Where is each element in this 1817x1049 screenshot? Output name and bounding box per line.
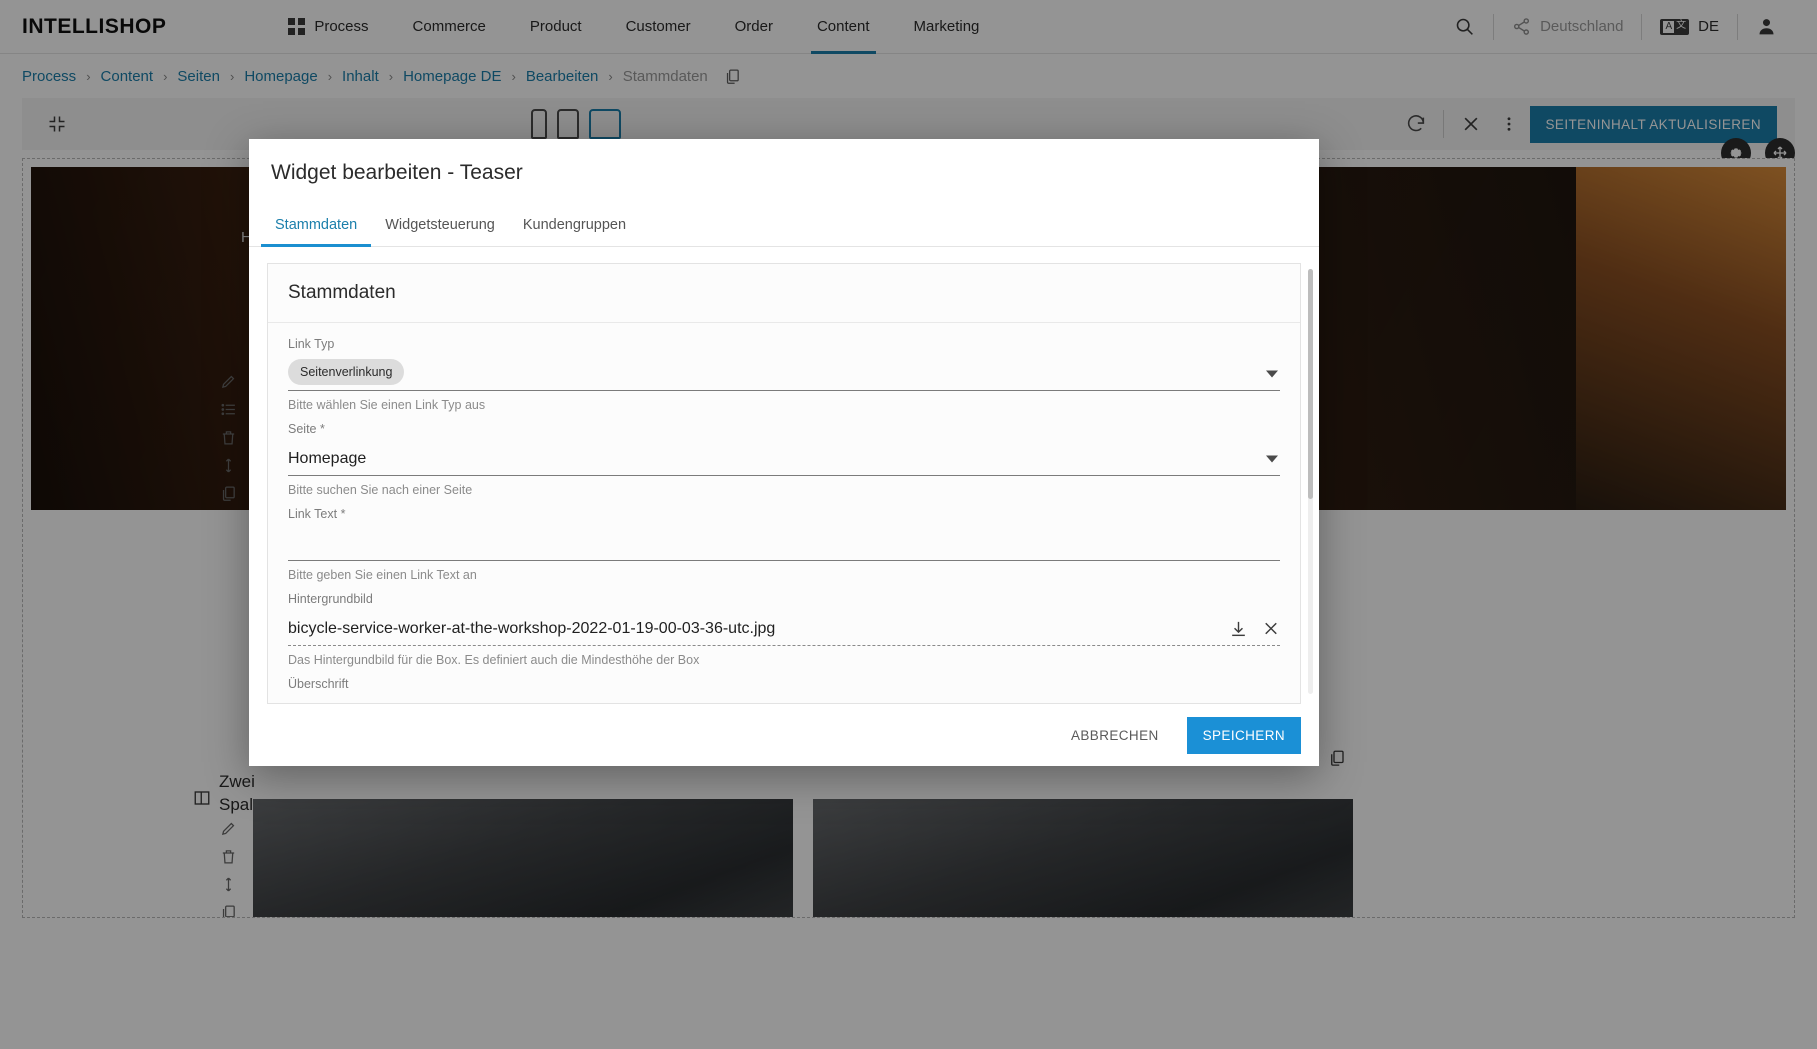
field-hint: Bitte geben Sie einen Link Text an (288, 568, 477, 582)
pencil-icon[interactable] (209, 367, 247, 395)
field-hintergrundbild: Hintergrundbild bicycle-service-worker-a… (288, 592, 1280, 667)
modal-header: Widget bearbeiten - Teaser (249, 139, 1319, 203)
field-label: Link Text * (288, 507, 346, 521)
duplicate-icon[interactable] (209, 479, 247, 507)
seite-value: Homepage (288, 449, 367, 467)
hintergrundbild-actions (1229, 619, 1280, 638)
seite-select[interactable]: Homepage (288, 442, 1280, 476)
tab-label: Stammdaten (275, 217, 358, 233)
tab-stammdaten[interactable]: Stammdaten (261, 203, 372, 247)
field-hint: Bitte suchen Sie nach einer Seite (288, 483, 473, 497)
field-hint: Das Hintergundbild für die Box. Es defin… (288, 653, 700, 667)
field-link-typ: Link Typ Seitenverlinkung Bitte wählen S… (288, 337, 1280, 412)
modal-scrollbar-thumb[interactable] (1308, 269, 1313, 499)
modal-title: Widget bearbeiten - Teaser (271, 161, 523, 184)
modal-tabs: Stammdaten Widgetsteuerung Kundengruppen (249, 203, 1319, 247)
trash-icon[interactable] (209, 423, 247, 451)
hintergrundbild-input[interactable]: bicycle-service-worker-at-the-workshop-2… (288, 612, 1280, 646)
link-text-input[interactable] (288, 527, 1280, 561)
pencil-icon[interactable] (209, 814, 247, 842)
widget-toolbar-hero (209, 367, 247, 507)
field-label: Seite * (288, 422, 325, 436)
move-vertical-icon[interactable] (209, 451, 247, 479)
trash-icon[interactable] (209, 842, 247, 870)
tab-label: Kundengruppen (522, 217, 627, 233)
card-body: Link Typ Seitenverlinkung Bitte wählen S… (268, 323, 1300, 704)
cancel-button[interactable]: ABBRECHEN (1055, 718, 1175, 753)
modal-body: Stammdaten Link Typ Seitenverlinkung Bit… (249, 247, 1319, 704)
tab-kundengruppen[interactable]: Kundengruppen (509, 203, 640, 246)
tab-label: Widgetsteuerung (385, 217, 495, 233)
clear-icon[interactable] (1262, 620, 1280, 638)
edit-widget-modal: Widget bearbeiten - Teaser Stammdaten Wi… (249, 139, 1319, 766)
widget-toolbar-two-column (209, 814, 247, 917)
stammdaten-card: Stammdaten Link Typ Seitenverlinkung Bit… (267, 263, 1301, 704)
save-button[interactable]: SPEICHERN (1186, 717, 1301, 754)
modal-footer: ABBRECHEN SPEICHERN (249, 704, 1319, 766)
field-label: Hintergrundbild (288, 592, 373, 606)
field-seite: Seite * Homepage Bitte suchen Sie nach e… (288, 422, 1280, 497)
move-vertical-icon[interactable] (209, 870, 247, 898)
field-ueberschrift: Überschrift Headline Eine Überschrift fü… (288, 677, 1280, 704)
tab-widgetsteuerung[interactable]: Widgetsteuerung (371, 203, 509, 246)
ueberschrift-input[interactable]: Headline (288, 697, 1280, 704)
list-icon[interactable] (209, 395, 247, 423)
chevron-down-icon[interactable] (1266, 370, 1278, 377)
chevron-down-icon[interactable] (1266, 455, 1278, 462)
download-icon[interactable] (1229, 619, 1248, 638)
field-label: Überschrift (288, 677, 349, 691)
field-label: Link Typ (288, 337, 335, 351)
card-title: Stammdaten (268, 264, 1300, 323)
duplicate-icon[interactable] (209, 898, 247, 917)
link-typ-select[interactable]: Seitenverlinkung (288, 357, 1280, 391)
link-typ-chip[interactable]: Seitenverlinkung (288, 358, 405, 385)
field-link-text: Link Text * Bitte geben Sie einen Link T… (288, 507, 1280, 582)
hintergrundbild-value: bicycle-service-worker-at-the-workshop-2… (288, 619, 776, 637)
field-hint: Bitte wählen Sie einen Link Typ aus (288, 398, 486, 412)
